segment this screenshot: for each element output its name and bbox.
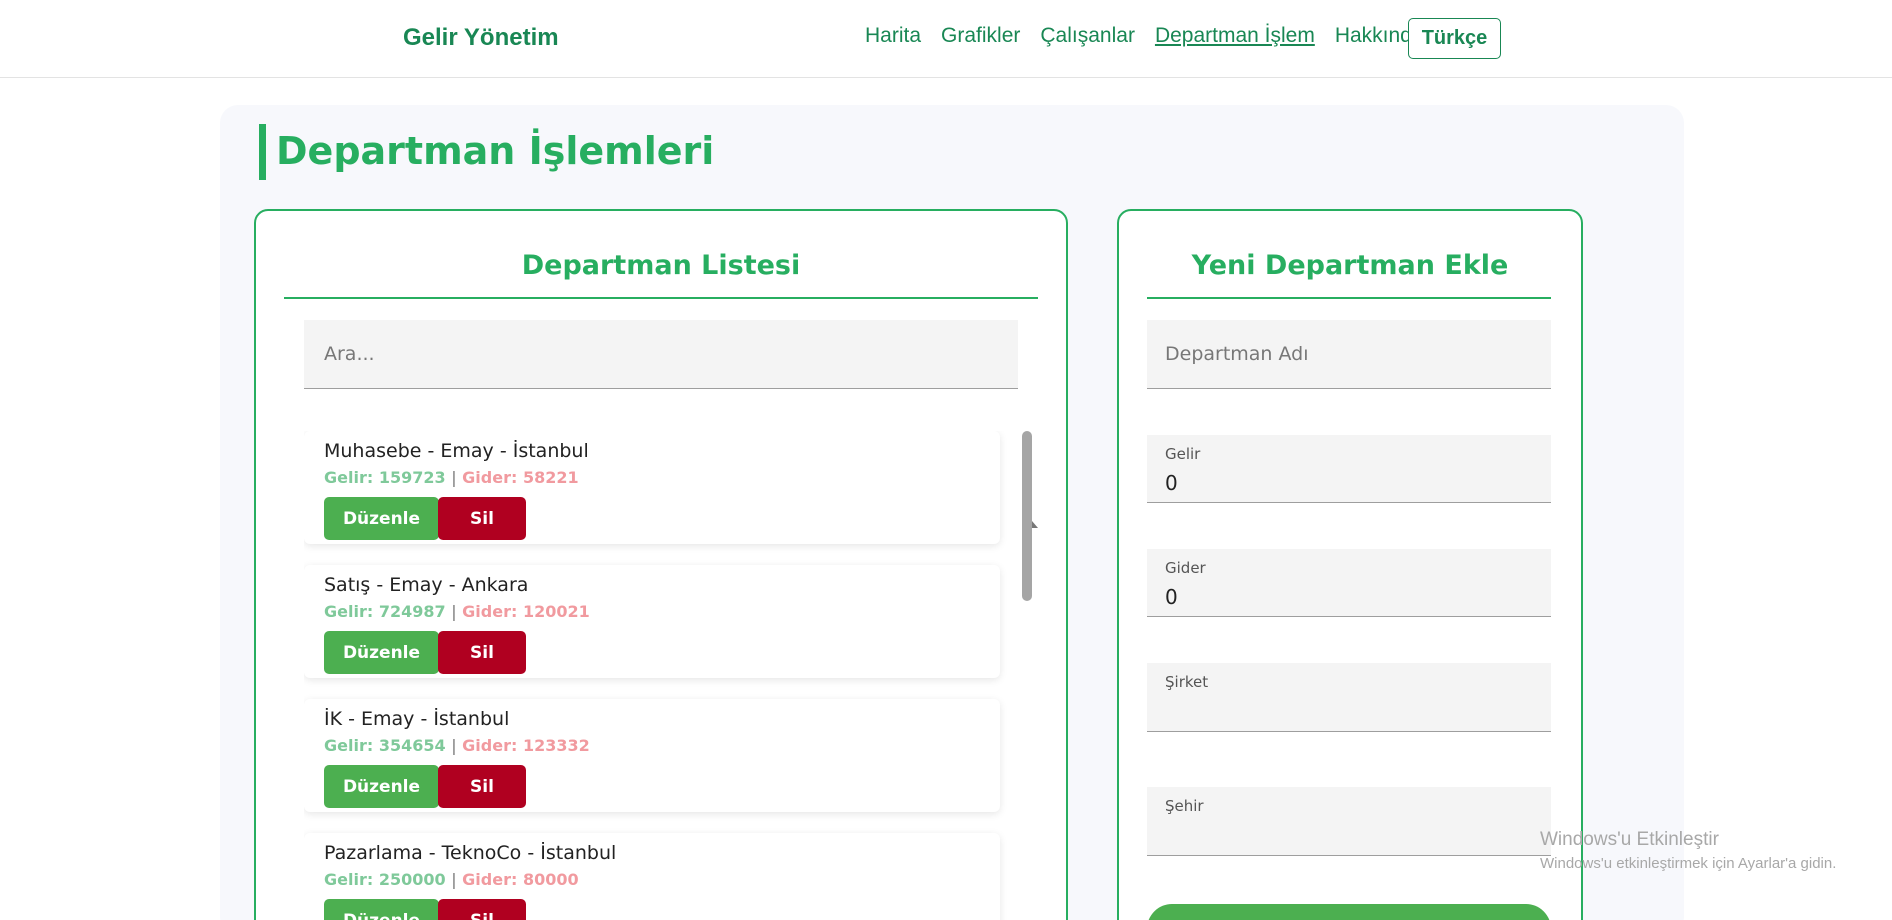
stats-separator: | (451, 870, 457, 889)
sirket-label: Şirket (1165, 673, 1209, 691)
department-list: Muhasebe - Emay - İstanbul Gelir: 159723… (304, 431, 1034, 920)
gelir-value: Gelir: 159723 (324, 468, 446, 487)
add-department-divider (1147, 297, 1551, 299)
edit-button[interactable]: Düzenle (324, 631, 439, 674)
gider-input-value[interactable]: 0 (1165, 585, 1178, 609)
gelir-value: Gelir: 354654 (324, 736, 446, 755)
nav-link-grafikler[interactable]: Grafikler (941, 24, 1020, 48)
sehir-label: Şehir (1165, 797, 1204, 815)
gider-field[interactable]: Gider 0 (1147, 549, 1551, 617)
main-section: Departman İşlemleri Departman Listesi Mu… (220, 105, 1684, 920)
delete-button[interactable]: Sil (438, 497, 526, 540)
stats-separator: | (451, 602, 457, 621)
gider-value: Gider: 120021 (462, 602, 590, 621)
search-input[interactable] (304, 320, 1018, 389)
add-department-title: Yeni Departman Ekle (1191, 250, 1509, 281)
gelir-label: Gelir (1165, 445, 1201, 463)
department-item: Satış - Emay - Ankara Gelir: 724987 | Gi… (304, 565, 1000, 678)
department-name: İK - Emay - İstanbul (324, 708, 510, 730)
department-name-field (1147, 320, 1551, 389)
edit-button[interactable]: Düzenle (324, 765, 439, 808)
department-list-card: Departman Listesi Muhasebe - Emay - İsta… (254, 209, 1068, 920)
department-stats: Gelir: 159723 | Gider: 58221 (324, 468, 579, 487)
department-stats: Gelir: 724987 | Gider: 120021 (324, 602, 590, 621)
activation-watermark-title: Windows'u Etkinleştir (1540, 829, 1719, 850)
department-list-title: Departman Listesi (521, 250, 801, 281)
stats-separator: | (451, 736, 457, 755)
edit-button[interactable]: Düzenle (324, 899, 439, 920)
department-stats: Gelir: 354654 | Gider: 123332 (324, 736, 590, 755)
department-stats: Gelir: 250000 | Gider: 80000 (324, 870, 579, 889)
list-scrollbar-thumb[interactable] (1022, 431, 1032, 601)
gider-value: Gider: 80000 (462, 870, 579, 889)
sirket-field[interactable]: Şirket (1147, 663, 1551, 732)
add-department-button[interactable] (1147, 904, 1551, 920)
language-button[interactable]: Türkçe (1408, 18, 1501, 59)
delete-button[interactable]: Sil (438, 899, 526, 920)
stats-separator: | (451, 468, 457, 487)
department-name: Satış - Emay - Ankara (324, 574, 529, 596)
gider-value: Gider: 123332 (462, 736, 590, 755)
gider-value: Gider: 58221 (462, 468, 579, 487)
page-title: Departman İşlemleri (276, 129, 715, 173)
department-item: Pazarlama - TeknoCo - İstanbul Gelir: 25… (304, 833, 1000, 920)
activation-watermark-subtitle: Windows'u etkinleştirmek için Ayarlar'a … (1540, 855, 1837, 872)
navbar: Gelir Yönetim Harita Grafikler Çalışanla… (0, 0, 1892, 78)
nav-links: Harita Grafikler Çalışanlar Departman İş… (865, 24, 1424, 48)
add-department-card: Yeni Departman Ekle Gelir 0 Gider 0 Şirk… (1117, 209, 1583, 920)
department-item: İK - Emay - İstanbul Gelir: 354654 | Gid… (304, 699, 1000, 812)
department-name: Muhasebe - Emay - İstanbul (324, 440, 589, 462)
delete-button[interactable]: Sil (438, 631, 526, 674)
sehir-field[interactable]: Şehir (1147, 787, 1551, 856)
page-title-accent (259, 124, 266, 180)
gelir-value: Gelir: 724987 (324, 602, 446, 621)
department-item: Muhasebe - Emay - İstanbul Gelir: 159723… (304, 431, 1000, 544)
gelir-field[interactable]: Gelir 0 (1147, 435, 1551, 503)
brand-title[interactable]: Gelir Yönetim (403, 24, 559, 52)
department-list-divider (284, 297, 1038, 299)
department-name-input[interactable] (1147, 320, 1551, 388)
gider-label: Gider (1165, 559, 1206, 577)
gelir-input-value[interactable]: 0 (1165, 471, 1178, 495)
nav-link-departman-islem[interactable]: Departman İşlem (1155, 24, 1315, 48)
gelir-value: Gelir: 250000 (324, 870, 446, 889)
nav-link-harita[interactable]: Harita (865, 24, 921, 48)
department-name: Pazarlama - TeknoCo - İstanbul (324, 842, 617, 864)
delete-button[interactable]: Sil (438, 765, 526, 808)
nav-link-calisanlar[interactable]: Çalışanlar (1040, 24, 1135, 48)
edit-button[interactable]: Düzenle (324, 497, 439, 540)
